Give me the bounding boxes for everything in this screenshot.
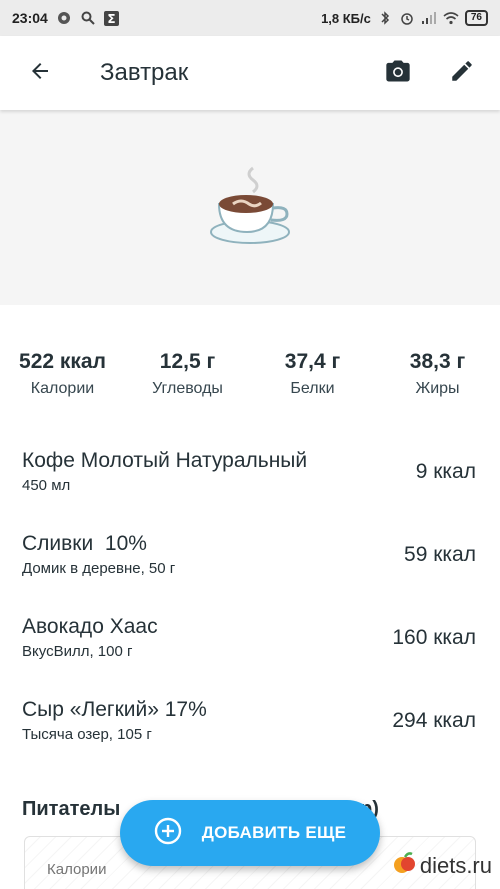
watermark-text: diets.ru bbox=[419, 852, 492, 878]
summary-fat: 38,3 г Жиры bbox=[375, 350, 500, 398]
nutrition-summary: 522 ккал Калории 12,5 г Углеводы 37,4 г … bbox=[0, 350, 500, 398]
food-name: Авокадо Хаас bbox=[22, 615, 158, 638]
list-item[interactable]: Сливки 10% Домик в деревне, 50 г 59 ккал bbox=[0, 513, 500, 596]
summary-value: 522 ккал bbox=[19, 350, 106, 373]
camera-icon bbox=[384, 57, 412, 90]
chart-label: Калории bbox=[47, 861, 107, 878]
summary-label: Белки bbox=[290, 380, 335, 397]
nutrition-section-title: Питателы bbox=[22, 798, 121, 820]
battery-indicator: 76 bbox=[464, 10, 488, 26]
summary-label: Жиры bbox=[415, 380, 460, 397]
watermark: diets.ru bbox=[392, 850, 492, 881]
coffee-cup-icon bbox=[205, 160, 295, 255]
food-name: Сыр «Легкий» 17% bbox=[22, 698, 207, 721]
food-name: Кофе Молотый Натуральный bbox=[22, 449, 308, 472]
food-detail: 450 мл bbox=[22, 477, 71, 494]
summary-carbs: 12,5 г Углеводы bbox=[125, 350, 250, 398]
svg-text:Σ: Σ bbox=[108, 12, 116, 26]
food-detail: ВкусВилл, 100 г bbox=[22, 643, 133, 660]
summary-protein: 37,4 г Белки bbox=[250, 350, 375, 398]
add-more-label: ДОБАВИТЬ ЕЩЕ bbox=[201, 823, 347, 842]
search-icon bbox=[80, 10, 96, 26]
meal-hero bbox=[0, 110, 500, 305]
food-list: Кофе Молотый Натуральный 450 мл 9 ккал С… bbox=[0, 430, 500, 762]
app-bar: Завтрак bbox=[0, 36, 500, 110]
alarm-icon bbox=[399, 10, 415, 26]
food-detail: Тысяча озер, 105 г bbox=[22, 726, 152, 743]
list-item[interactable]: Авокадо Хаас ВкусВилл, 100 г 160 ккал bbox=[0, 596, 500, 679]
food-kcal: 59 ккал bbox=[404, 542, 476, 566]
arrow-left-icon bbox=[28, 59, 52, 88]
food-kcal: 9 ккал bbox=[415, 459, 476, 483]
food-name: Сливки 10% bbox=[22, 532, 147, 555]
list-item[interactable]: Сыр «Легкий» 17% Тысяча озер, 105 г 294 … bbox=[0, 679, 500, 762]
food-detail: Домик в деревне, 50 г bbox=[22, 560, 176, 577]
summary-label: Калории bbox=[30, 380, 95, 397]
summary-label: Углеводы bbox=[152, 380, 223, 397]
status-time: 23:04 bbox=[12, 10, 48, 26]
summary-value: 37,4 г bbox=[284, 350, 341, 373]
food-kcal: 160 ккал bbox=[392, 625, 476, 649]
plus-circle-icon bbox=[154, 817, 182, 850]
summary-calories: 522 ккал Калории bbox=[0, 350, 125, 398]
back-button[interactable] bbox=[20, 53, 60, 93]
bluetooth-icon bbox=[377, 10, 393, 26]
wifi-icon bbox=[443, 10, 459, 26]
page-title: Завтрак bbox=[100, 59, 189, 86]
network-speed: 1,8 КБ/с bbox=[321, 10, 371, 26]
pencil-icon bbox=[449, 58, 475, 89]
sigma-icon: Σ bbox=[104, 10, 120, 26]
status-bar: 23:04 Σ 1,8 КБ/с 76 bbox=[0, 0, 500, 36]
food-kcal: 294 ккал bbox=[392, 708, 476, 732]
notification-icon bbox=[56, 10, 72, 26]
summary-value: 12,5 г bbox=[159, 350, 216, 373]
add-more-button[interactable]: ДОБАВИТЬ ЕЩЕ bbox=[120, 800, 380, 866]
list-item[interactable]: Кофе Молотый Натуральный 450 мл 9 ккал bbox=[0, 430, 500, 513]
camera-button[interactable] bbox=[378, 53, 418, 93]
edit-button[interactable] bbox=[442, 53, 482, 93]
signal-icon bbox=[421, 10, 437, 26]
summary-value: 38,3 г bbox=[409, 350, 466, 373]
fruit-logo-icon bbox=[392, 850, 418, 881]
